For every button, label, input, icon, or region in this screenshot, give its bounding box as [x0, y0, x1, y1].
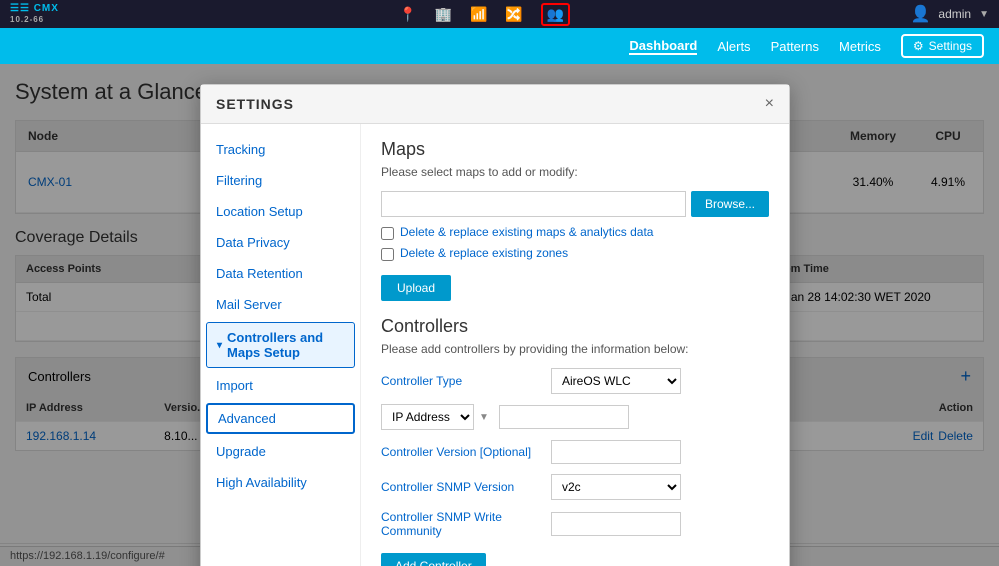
nav-metrics[interactable]: Metrics: [839, 39, 881, 54]
controller-type-row: Controller Type AireOS WLC IOS-XE WLC Ca…: [381, 368, 769, 394]
nav-patterns[interactable]: Patterns: [771, 39, 819, 54]
maps-description: Please select maps to add or modify:: [381, 165, 769, 179]
share-icon[interactable]: 🔀: [505, 6, 522, 23]
snmp-version-row: Controller SNMP Version v2c v1 v3: [381, 474, 769, 500]
admin-button[interactable]: admin: [938, 7, 971, 21]
sidebar-item-mail-server[interactable]: Mail Server: [201, 289, 360, 320]
data-retention-label: Data Retention: [216, 266, 303, 281]
building-icon[interactable]: 🏢: [435, 6, 452, 23]
controllers-description: Please add controllers by providing the …: [381, 342, 769, 356]
replace-zones-label[interactable]: Delete & replace existing zones: [400, 246, 568, 260]
dialog-sidebar: Tracking Filtering Location Setup Data P…: [201, 124, 361, 566]
filtering-label: Filtering: [216, 173, 262, 188]
logo-area: ☰☰ CMX10.2-66: [10, 3, 59, 25]
location-setup-label: Location Setup: [216, 204, 303, 219]
chevron-icon: ▾: [217, 340, 222, 351]
ip-address-input[interactable]: [499, 405, 629, 429]
location-pin-icon[interactable]: 📍: [399, 6, 416, 23]
version-label: 10.2-66: [10, 15, 44, 24]
sidebar-item-advanced[interactable]: Advanced: [206, 403, 355, 434]
browse-input[interactable]: [381, 191, 686, 217]
sidebar-item-filtering[interactable]: Filtering: [201, 165, 360, 196]
nav-icons: 📍 🏢 📶 🔀 👥: [59, 3, 911, 26]
settings-label: Settings: [929, 39, 972, 53]
upgrade-label: Upgrade: [216, 444, 266, 459]
sidebar-item-controllers-maps[interactable]: ▾ Controllers and Maps Setup: [206, 322, 355, 368]
controllers-maps-label: Controllers and Maps Setup: [227, 330, 344, 360]
admin-area: 👤 admin ▼: [910, 4, 989, 24]
tracking-label: Tracking: [216, 142, 265, 157]
sidebar-item-high-availability[interactable]: High Availability: [201, 467, 360, 498]
sidebar-item-data-retention[interactable]: Data Retention: [201, 258, 360, 289]
snmp-community-label: Controller SNMP Write Community: [381, 510, 541, 538]
replace-maps-label[interactable]: Delete & replace existing maps & analyti…: [400, 225, 653, 239]
dialog-main-content: Maps Please select maps to add or modify…: [361, 124, 789, 566]
controller-type-select[interactable]: AireOS WLC IOS-XE WLC Catalyst Center: [551, 368, 681, 394]
ip-address-row: IP Address FQDN ▼: [381, 404, 769, 430]
controller-version-row: Controller Version [Optional]: [381, 440, 769, 464]
sidebar-item-location-setup[interactable]: Location Setup: [201, 196, 360, 227]
checkbox-replace-maps: Delete & replace existing maps & analyti…: [381, 225, 769, 240]
upload-button[interactable]: Upload: [381, 275, 451, 301]
cisco-logo: ☰☰ CMX10.2-66: [10, 3, 59, 25]
snmp-community-input[interactable]: private: [551, 512, 681, 536]
main-content: System at a Glance Node IP Address Memor…: [0, 64, 999, 566]
import-label: Import: [216, 378, 253, 393]
high-availability-label: High Availability: [216, 475, 307, 490]
sidebar-item-import[interactable]: Import: [201, 370, 360, 401]
snmp-version-select[interactable]: v2c v1 v3: [551, 474, 681, 500]
controllers-heading: Controllers: [381, 316, 769, 337]
nav-dashboard[interactable]: Dashboard: [629, 38, 697, 55]
replace-maps-checkbox[interactable]: [381, 227, 394, 240]
controller-version-label: Controller Version [Optional]: [381, 445, 541, 459]
dialog-header: SETTINGS ×: [201, 85, 789, 124]
settings-button[interactable]: ⚙ Settings: [901, 34, 984, 58]
controller-version-input[interactable]: [551, 440, 681, 464]
browse-button[interactable]: Browse...: [691, 191, 769, 217]
dialog-title: SETTINGS: [216, 96, 294, 112]
controller-type-label: Controller Type: [381, 374, 541, 388]
ip-type-select[interactable]: IP Address FQDN: [381, 404, 474, 430]
snmp-community-row: Controller SNMP Write Community private: [381, 510, 769, 538]
top-navigation: ☰☰ CMX10.2-66 📍 🏢 📶 🔀 👥 👤 admin ▼: [0, 0, 999, 28]
dialog-close-button[interactable]: ×: [765, 95, 774, 113]
settings-dialog: SETTINGS × Tracking Filtering Location S…: [200, 84, 790, 566]
add-controller-button[interactable]: Add Controller: [381, 553, 486, 566]
snmp-version-label: Controller SNMP Version: [381, 480, 541, 494]
checkbox-replace-zones: Delete & replace existing zones: [381, 246, 769, 261]
maps-heading: Maps: [381, 139, 769, 160]
dialog-body: Tracking Filtering Location Setup Data P…: [201, 124, 789, 566]
advanced-label: Advanced: [218, 411, 276, 426]
browse-row: Browse...: [381, 191, 769, 217]
mail-server-label: Mail Server: [216, 297, 282, 312]
wifi-icon[interactable]: 📶: [470, 6, 487, 23]
sidebar-item-tracking[interactable]: Tracking: [201, 134, 360, 165]
second-navigation: Dashboard Alerts Patterns Metrics ⚙ Sett…: [0, 28, 999, 64]
ip-row: IP Address FQDN ▼: [381, 404, 489, 430]
nav-alerts[interactable]: Alerts: [717, 39, 750, 54]
sidebar-item-data-privacy[interactable]: Data Privacy: [201, 227, 360, 258]
users-icon[interactable]: 👥: [541, 3, 570, 26]
replace-zones-checkbox[interactable]: [381, 248, 394, 261]
sidebar-item-upgrade[interactable]: Upgrade: [201, 436, 360, 467]
settings-gear-icon: ⚙: [913, 39, 924, 53]
data-privacy-label: Data Privacy: [216, 235, 290, 250]
